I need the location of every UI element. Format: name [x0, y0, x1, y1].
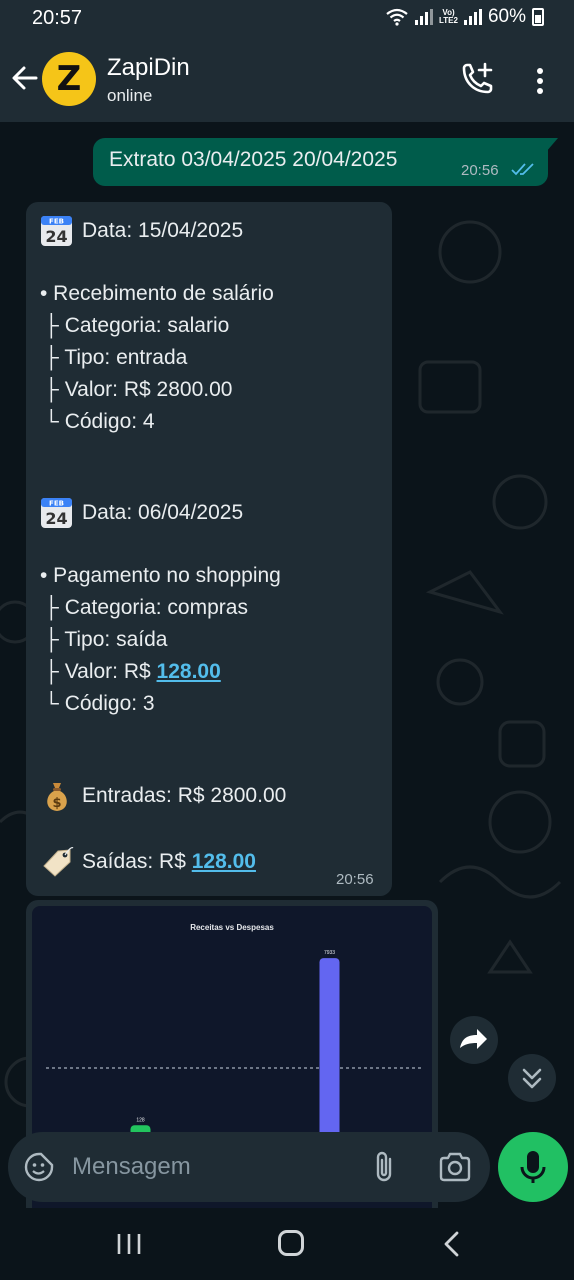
- forward-button[interactable]: [450, 1016, 498, 1064]
- chart-data-label: 128: [136, 1117, 145, 1123]
- recent-apps-button[interactable]: [116, 1232, 142, 1256]
- back-button[interactable]: [10, 60, 40, 96]
- svg-text:FEB: FEB: [49, 500, 64, 508]
- svg-text:FEB: FEB: [49, 218, 64, 226]
- bubble-tail: [546, 138, 558, 152]
- avatar[interactable]: Z: [42, 52, 96, 106]
- entry-title: • Pagamento no shopping: [40, 564, 281, 587]
- entry-date: Data: 15/04/2025: [82, 219, 244, 242]
- entry-code: └ Código: 3: [44, 692, 155, 715]
- add-call-button[interactable]: [458, 62, 498, 98]
- outgoing-message[interactable]: Extrato 03/04/2025 20/04/2025 20:56: [93, 138, 548, 186]
- entry-value-link[interactable]: 128.00: [157, 660, 221, 683]
- status-bar: 20:57 Vo) LTE2 60%: [0, 0, 574, 38]
- battery-icon: [532, 8, 544, 26]
- more-options-button[interactable]: [528, 64, 552, 98]
- entry-value: ├ Valor: R$ 2800.00: [44, 378, 233, 401]
- entry-date: Data: 06/04/2025: [82, 501, 244, 524]
- entry-type: ├ Tipo: entrada: [44, 346, 188, 369]
- more-vert-icon: [537, 68, 543, 74]
- incoming-message[interactable]: FEB 24 Data: 15/04/2025 • Recebimento de…: [26, 202, 392, 896]
- double-check-icon: [511, 163, 534, 176]
- entry-value: ├ Valor: R$ 128.00: [44, 660, 221, 683]
- volte-icon: Vo) LTE2: [439, 8, 458, 25]
- signal-icon-2: [463, 9, 482, 25]
- paperclip-icon: [376, 1151, 392, 1182]
- chart-data-label: 7933: [324, 950, 335, 956]
- emoji-button[interactable]: [24, 1152, 54, 1182]
- svg-text:24: 24: [45, 227, 67, 246]
- entry-title: • Recebimento de salário: [40, 282, 274, 305]
- entry-code: └ Código: 4: [44, 410, 155, 433]
- calendar-icon: FEB 24: [41, 498, 72, 528]
- status-icons: Vo) LTE2 60%: [385, 6, 544, 28]
- mic-icon: [520, 1151, 546, 1183]
- chart-title: Receitas vs Despesas: [190, 923, 274, 932]
- outgoing-message-text: Extrato 03/04/2025 20/04/2025: [109, 148, 398, 171]
- nav-back-button[interactable]: [440, 1230, 464, 1258]
- scroll-down-button[interactable]: [508, 1054, 556, 1102]
- total-expense-link[interactable]: 128.00: [192, 850, 256, 873]
- home-button[interactable]: [278, 1230, 304, 1256]
- total-expense: Saídas: R$ 128.00: [82, 850, 256, 873]
- system-nav-bar: [0, 1208, 574, 1280]
- camera-icon: [439, 1152, 471, 1182]
- attach-button[interactable]: [370, 1150, 398, 1184]
- entry-type: ├ Tipo: saída: [44, 628, 168, 651]
- calendar-icon: FEB 24: [41, 216, 72, 246]
- money-bag-icon: $: [47, 783, 67, 811]
- chart-bar: [319, 958, 340, 1148]
- chat-area[interactable]: Extrato 03/04/2025 20/04/2025 20:56 FEB …: [0, 122, 574, 1208]
- chat-header: Z ZapiDin online: [0, 38, 574, 122]
- contact-name[interactable]: ZapiDin: [107, 54, 190, 82]
- svg-text:$: $: [52, 796, 61, 811]
- label-tag-icon: [43, 847, 74, 877]
- total-income: Entradas: R$ 2800.00: [82, 784, 287, 807]
- contact-status: online: [107, 86, 153, 105]
- voice-message-button[interactable]: [498, 1132, 568, 1202]
- avatar-letter: Z: [56, 59, 82, 99]
- add-call-icon: [462, 62, 493, 94]
- entry-category: ├ Categoria: salario: [44, 314, 230, 337]
- message-composer: [8, 1132, 490, 1202]
- entry-value-amount: 2800.00: [156, 378, 233, 401]
- svg-text:24: 24: [45, 509, 67, 528]
- arrow-left-icon: [12, 66, 38, 90]
- message-input[interactable]: [72, 1149, 352, 1185]
- forward-icon: [460, 1029, 487, 1049]
- message-time: 20:56: [461, 162, 499, 179]
- status-time: 20:57: [32, 7, 83, 29]
- camera-button[interactable]: [438, 1151, 472, 1183]
- message-time: 20:56: [336, 871, 374, 888]
- sticker-icon: [24, 1152, 54, 1182]
- signal-icon: [415, 9, 433, 25]
- battery-percent: 60%: [487, 6, 526, 27]
- entry-category: ├ Categoria: compras: [44, 596, 248, 619]
- wifi-icon: [386, 8, 408, 26]
- double-chevron-down-icon: [522, 1068, 542, 1089]
